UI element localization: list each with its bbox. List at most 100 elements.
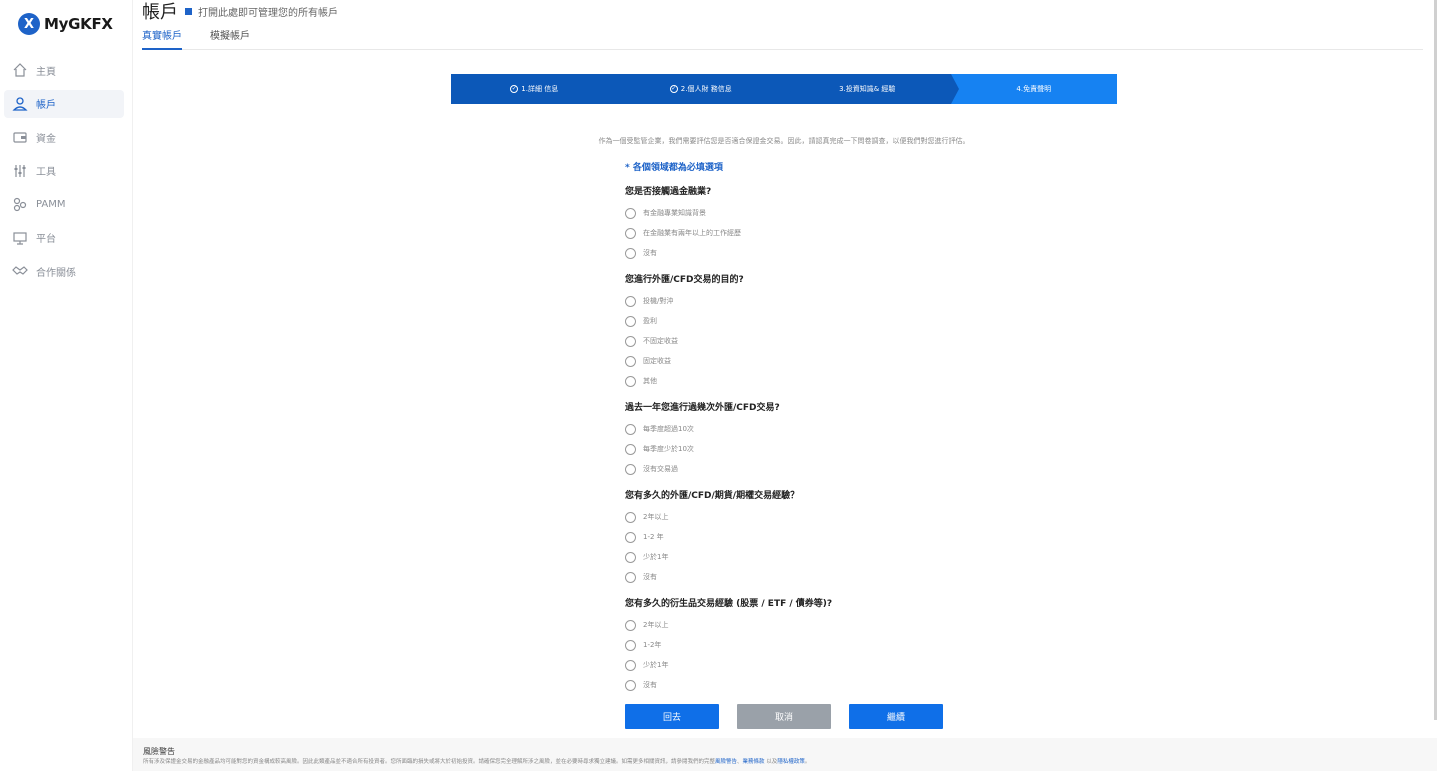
sidebar-item-label: 帳戶: [36, 100, 56, 111]
tab-demo-account[interactable]: 模擬帳戶: [210, 27, 250, 50]
radio-button[interactable]: [625, 551, 636, 563]
question-title: 您有多久的衍生品交易經驗 (股票 / ETF / 債券等)?: [625, 599, 833, 609]
risk-separator: 以及: [764, 759, 778, 765]
square-bullet-icon: [185, 8, 192, 15]
form-intro: 作為一個受監管企業，我們需要評估您是否適合保證金交易。因此，請認真完成一下問卷調…: [598, 137, 970, 145]
question-title: 您有多久的外匯/CFD/期貨/期權交易經驗？: [625, 491, 800, 501]
logo[interactable]: X MyGKFX: [18, 12, 113, 36]
radio-option[interactable]: 有金融專業知識背景: [625, 203, 1095, 223]
option-label: 沒有交易過: [643, 465, 678, 473]
option-label: 固定收益: [643, 357, 671, 365]
radio-button[interactable]: [625, 375, 636, 387]
option-label: 每季度超過10次: [643, 425, 694, 433]
step-financial-info[interactable]: ✓ 2.個人財 務信息: [617, 74, 792, 104]
radio-button[interactable]: [625, 227, 636, 239]
risk-end: 。: [804, 759, 811, 765]
radio-button[interactable]: [625, 511, 636, 523]
radio-button[interactable]: [625, 619, 636, 631]
sidebar-item-partnership[interactable]: 合作關係: [4, 257, 124, 285]
tab-real-account[interactable]: 真實帳戶: [142, 27, 182, 50]
cancel-button[interactable]: 取消: [737, 704, 831, 729]
sidebar: X MyGKFX 主頁 帳戶 資金 工具 PAMM 平台 合作關係: [0, 0, 133, 771]
privacy-link[interactable]: 隱私權政策: [777, 759, 805, 765]
sidebar-item-label: 工具: [36, 167, 56, 178]
option-label: 2年以上: [643, 513, 669, 521]
risk-body: 所有涉及保證金交易的金融產品均可能對您的資金構成較高風險。因此此類產品並不適合所…: [143, 759, 716, 765]
radio-option[interactable]: 其他: [625, 371, 1095, 391]
radio-button[interactable]: [625, 463, 636, 475]
sidebar-item-label: 主頁: [36, 66, 56, 78]
wallet-icon: [13, 132, 27, 143]
radio-button[interactable]: [625, 335, 636, 347]
option-label: 沒有: [643, 249, 657, 257]
radio-button[interactable]: [625, 531, 636, 543]
radio-option[interactable]: 在金融業有兩年以上的工作經歷: [625, 223, 1095, 243]
sidebar-item-tools[interactable]: 工具: [4, 157, 124, 185]
back-button[interactable]: 回去: [625, 704, 719, 729]
step-disclaimer[interactable]: 4.免責聲明: [950, 74, 1117, 104]
option-label: 不固定收益: [643, 337, 678, 345]
sidebar-item-funds[interactable]: 資金: [4, 123, 124, 151]
sidebar-item-platform[interactable]: 平台: [4, 224, 124, 252]
option-label: 沒有: [643, 681, 657, 689]
radio-option[interactable]: 2年以上: [625, 507, 1095, 527]
monitor-icon: [13, 231, 27, 245]
risk-title: 風險警告: [143, 747, 175, 756]
sliders-icon: [14, 164, 26, 177]
radio-button[interactable]: [625, 659, 636, 671]
radio-button[interactable]: [625, 639, 636, 651]
radio-option[interactable]: 每季度少於10次: [625, 439, 1095, 459]
radio-option[interactable]: 沒有: [625, 675, 1095, 695]
radio-option[interactable]: 投機/對沖: [625, 291, 1095, 311]
radio-option[interactable]: 少於1年: [625, 655, 1095, 675]
account-tabs: 真實帳戶 模擬帳戶: [142, 27, 278, 50]
form-actions: 回去 取消 繼續: [625, 704, 961, 729]
risk-warning-footer: 風險警告 所有涉及保證金交易的金融產品均可能對您的資金構成較高風險。因此此類產品…: [133, 738, 1437, 771]
radio-option[interactable]: 沒有: [625, 243, 1095, 263]
radio-button[interactable]: [625, 355, 636, 367]
step-details[interactable]: ✓ 1.詳細 信息: [451, 74, 625, 104]
page-title: 帳戶: [142, 2, 178, 23]
page-header: 帳戶 打開此處即可管理您的所有帳戶 真實帳戶 模擬帳戶: [142, 0, 1423, 50]
progress-stepper: ✓ 1.詳細 信息 ✓ 2.個人財 務信息 3.投資知識& 經驗 4.免責聲明: [451, 74, 1117, 104]
radio-option[interactable]: 少於1年: [625, 547, 1095, 567]
radio-button[interactable]: [625, 315, 636, 327]
radio-button[interactable]: [625, 295, 636, 307]
sidebar-item-pamm[interactable]: PAMM: [4, 190, 124, 218]
step-knowledge-experience[interactable]: 3.投資知識& 經驗: [784, 74, 958, 104]
radio-button[interactable]: [625, 247, 636, 259]
radio-button[interactable]: [625, 423, 636, 435]
option-label: 每季度少於10次: [643, 445, 694, 453]
sidebar-item-account[interactable]: 帳戶: [4, 89, 124, 118]
radio-option[interactable]: 每季度超過10次: [625, 419, 1095, 439]
sidebar-item-label: 資金: [36, 133, 56, 145]
radio-option[interactable]: 固定收益: [625, 351, 1095, 371]
radio-button[interactable]: [625, 443, 636, 455]
option-label: 其他: [643, 377, 657, 385]
risk-warning-link[interactable]: 風險警告: [715, 759, 737, 765]
radio-option[interactable]: 盈利: [625, 311, 1095, 331]
question-title: 您進行外匯/CFD交易的目的?: [625, 275, 744, 285]
step-label: 1.詳細 信息: [521, 85, 559, 93]
radio-option[interactable]: 1-2 年: [625, 527, 1095, 547]
option-label: 1-2年: [643, 641, 662, 649]
option-label: 2年以上: [643, 621, 669, 629]
option-label: 少於1年: [643, 553, 669, 561]
radio-option[interactable]: 1-2年: [625, 635, 1095, 655]
radio-button[interactable]: [625, 679, 636, 691]
radio-button[interactable]: [625, 571, 636, 583]
sidebar-item-label: PAMM: [36, 198, 66, 210]
option-label: 少於1年: [643, 661, 669, 669]
radio-option[interactable]: 沒有: [625, 567, 1095, 587]
radio-option[interactable]: 沒有交易過: [625, 459, 1095, 479]
option-label: 盈利: [643, 317, 657, 325]
radio-button[interactable]: [625, 207, 636, 219]
radio-option[interactable]: 不固定收益: [625, 331, 1095, 351]
questionnaire-form: * 各個領域都為必填選項 您是否接觸過金融業? 有金融專業知識背景 在金融業有兩…: [625, 160, 1095, 695]
terms-link[interactable]: 業務條款: [743, 759, 765, 765]
radio-option[interactable]: 2年以上: [625, 615, 1095, 635]
option-label: 在金融業有兩年以上的工作經歷: [643, 229, 741, 237]
home-icon: [13, 63, 27, 77]
continue-button[interactable]: 繼續: [849, 704, 943, 729]
sidebar-item-home[interactable]: 主頁: [4, 56, 124, 84]
